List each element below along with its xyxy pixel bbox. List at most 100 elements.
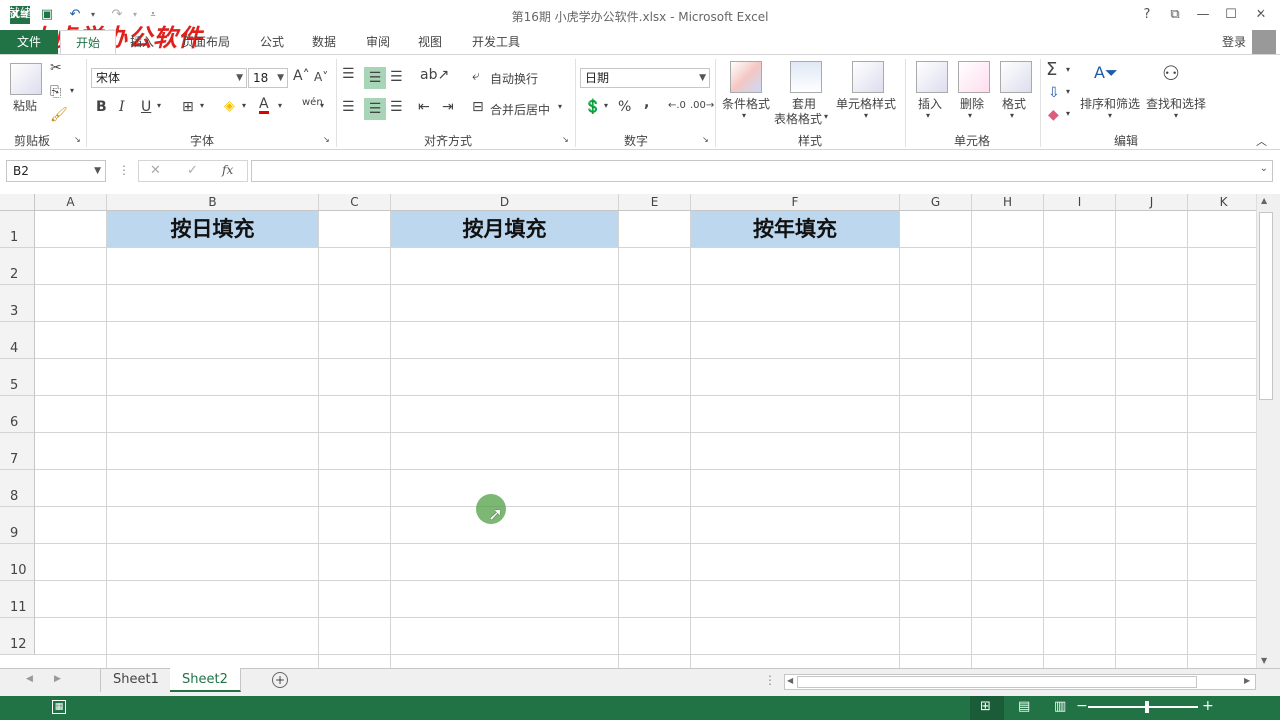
delete-cells-button[interactable]: 删除 <box>960 95 984 112</box>
cell-styles-button[interactable]: 单元格样式 <box>836 95 896 112</box>
delete-dropdown-icon[interactable]: ▾ <box>968 111 972 120</box>
insert-function-icon[interactable]: fx <box>222 163 233 177</box>
chevron-down-icon[interactable]: ▼ <box>94 161 101 181</box>
tab-data[interactable]: 数据 <box>306 30 342 54</box>
column-header-b[interactable]: B <box>107 194 319 211</box>
insert-cells-icon[interactable] <box>916 61 948 93</box>
format-cells-icon[interactable] <box>1000 61 1032 93</box>
scroll-sheets-left-icon[interactable]: ◀ <box>26 674 33 684</box>
sort-filter-button[interactable]: 排序和筛选 <box>1080 95 1140 112</box>
orientation-icon[interactable]: ab↗ <box>420 67 449 83</box>
font-launcher-icon[interactable]: ↘ <box>323 135 330 144</box>
format-dropdown-icon[interactable]: ▾ <box>1010 111 1014 120</box>
align-bottom-icon[interactable]: ☰ <box>390 69 403 85</box>
autosum-icon[interactable]: Σ <box>1046 59 1057 80</box>
conditional-formatting-icon[interactable] <box>730 61 762 93</box>
number-format-select[interactable]: 日期 ▼ <box>580 68 710 88</box>
collapse-ribbon-icon[interactable]: ︿ <box>1256 133 1267 149</box>
borders-icon[interactable]: ⊞ <box>182 99 194 115</box>
row-header-2[interactable]: 2 <box>0 248 35 285</box>
cell-D1[interactable]: 按月填充 <box>391 211 618 247</box>
font-name-select[interactable]: 宋体 ▼ <box>91 68 247 88</box>
scroll-down-icon[interactable]: ▼ <box>1261 656 1267 665</box>
merge-dropdown-icon[interactable]: ▾ <box>558 102 562 111</box>
tab-file[interactable]: 文件 <box>0 30 58 54</box>
fill-color-dropdown-icon[interactable]: ▾ <box>242 101 246 110</box>
accounting-dropdown-icon[interactable]: ▾ <box>604 101 608 110</box>
conditional-formatting-button[interactable]: 条件格式 <box>722 95 770 112</box>
bold-button[interactable]: B <box>96 99 107 115</box>
decrease-indent-icon[interactable]: ⇤ <box>418 99 430 115</box>
page-layout-view-icon[interactable]: ▤ <box>1018 699 1030 714</box>
decrease-decimal-icon[interactable]: .00→ <box>690 100 714 111</box>
row-header-8[interactable]: 8 <box>0 470 35 507</box>
format-as-table-icon[interactable] <box>790 61 822 93</box>
zoom-slider-thumb[interactable] <box>1145 701 1149 713</box>
fill-dropdown-icon[interactable]: ▾ <box>1066 87 1070 96</box>
tab-page-layout[interactable]: 页面布局 <box>176 30 236 54</box>
row-header-3[interactable]: 3 <box>0 285 35 322</box>
sort-filter-icon[interactable]: A⏷ <box>1094 63 1118 83</box>
align-top-icon[interactable]: ☰ <box>342 66 355 82</box>
column-header-e[interactable]: E <box>619 194 691 211</box>
zoom-out-button[interactable]: − <box>1076 698 1088 714</box>
column-header-h[interactable]: H <box>972 194 1044 211</box>
clear-icon[interactable]: ◆ <box>1048 107 1059 123</box>
scroll-sheets-right-icon[interactable]: ▶ <box>54 674 61 684</box>
expand-formula-bar-icon[interactable]: ⌄ <box>1260 163 1268 174</box>
cancel-icon[interactable]: ✕ <box>150 163 161 178</box>
scroll-left-icon[interactable]: ◀ <box>787 676 793 685</box>
new-sheet-icon[interactable]: + <box>272 672 288 688</box>
font-color-dropdown-icon[interactable]: ▾ <box>278 101 282 110</box>
row-header-12[interactable]: 12 <box>0 618 35 655</box>
enter-icon[interactable]: ✓ <box>187 163 198 178</box>
row-header-10[interactable]: 10 <box>0 544 35 581</box>
comma-style-button[interactable]: , <box>644 95 649 111</box>
copy-icon[interactable]: ⎘ <box>50 84 61 100</box>
increase-decimal-icon[interactable]: ←.0 <box>668 100 686 111</box>
wrap-text-button[interactable]: 自动换行 <box>490 70 538 87</box>
phonetic-dropdown-icon[interactable]: ▾ <box>320 101 324 110</box>
format-painter-icon[interactable]: 🖌 <box>50 107 68 123</box>
grow-font-icon[interactable]: A˄ <box>293 68 310 84</box>
column-header-i[interactable]: I <box>1044 194 1116 211</box>
name-box[interactable]: B2 ▼ <box>6 160 106 182</box>
sheet-tab-sheet2[interactable]: Sheet2 <box>170 668 241 692</box>
format-cells-button[interactable]: 格式 <box>1002 95 1026 112</box>
merge-center-icon[interactable]: ⊟ <box>472 99 484 115</box>
clipboard-launcher-icon[interactable]: ↘ <box>74 135 81 144</box>
zoom-slider[interactable] <box>1088 706 1198 708</box>
find-binoculars-icon[interactable]: ⚇ <box>1162 61 1180 85</box>
user-avatar[interactable] <box>1252 30 1276 54</box>
scroll-up-icon[interactable]: ▲ <box>1261 196 1267 205</box>
italic-button[interactable]: I <box>119 99 125 115</box>
insert-dropdown-icon[interactable]: ▾ <box>926 111 930 120</box>
sign-in-link[interactable]: 登录 <box>1222 33 1246 50</box>
row-header-9[interactable]: 9 <box>0 507 35 544</box>
format-as-table-line2[interactable]: 表格格式 <box>774 110 822 127</box>
column-header-f[interactable]: F <box>691 194 900 211</box>
cell-styles-icon[interactable] <box>852 61 884 93</box>
align-center-icon[interactable]: ☰ <box>364 98 386 120</box>
percent-button[interactable]: % <box>618 99 631 115</box>
table-dropdown-icon[interactable]: ▾ <box>824 112 828 121</box>
cell-F1[interactable]: 按年填充 <box>691 211 899 247</box>
macro-record-icon[interactable]: ▦ <box>52 700 66 714</box>
scroll-right-icon[interactable]: ▶ <box>1244 676 1250 685</box>
row-header-7[interactable]: 7 <box>0 433 35 470</box>
worksheet-grid[interactable]: ABCDEFGHIJK 1 2 3 4 5 6 7 8 9 10 11 12 按日填充 按月填充 按年… <box>0 194 1256 668</box>
zoom-level[interactable]: 100% <box>1236 4 1270 18</box>
conditional-dropdown-icon[interactable]: ▾ <box>742 111 746 120</box>
accounting-format-icon[interactable]: 💲 <box>584 99 601 115</box>
number-launcher-icon[interactable]: ↘ <box>702 135 709 144</box>
sheet-bar-splitter-icon[interactable]: ⋮ <box>764 673 776 687</box>
more-options-icon[interactable]: ⋮ <box>118 163 130 177</box>
font-size-select[interactable]: 18 ▼ <box>248 68 288 88</box>
row-header-6[interactable]: 6 <box>0 396 35 433</box>
underline-button[interactable]: U <box>141 99 151 115</box>
wrap-text-icon[interactable]: ⤶ <box>472 68 480 84</box>
column-header-a[interactable]: A <box>35 194 107 211</box>
tab-formulas[interactable]: 公式 <box>254 30 290 54</box>
insert-cells-button[interactable]: 插入 <box>918 95 942 112</box>
copy-dropdown-icon[interactable]: ▾ <box>70 86 74 95</box>
